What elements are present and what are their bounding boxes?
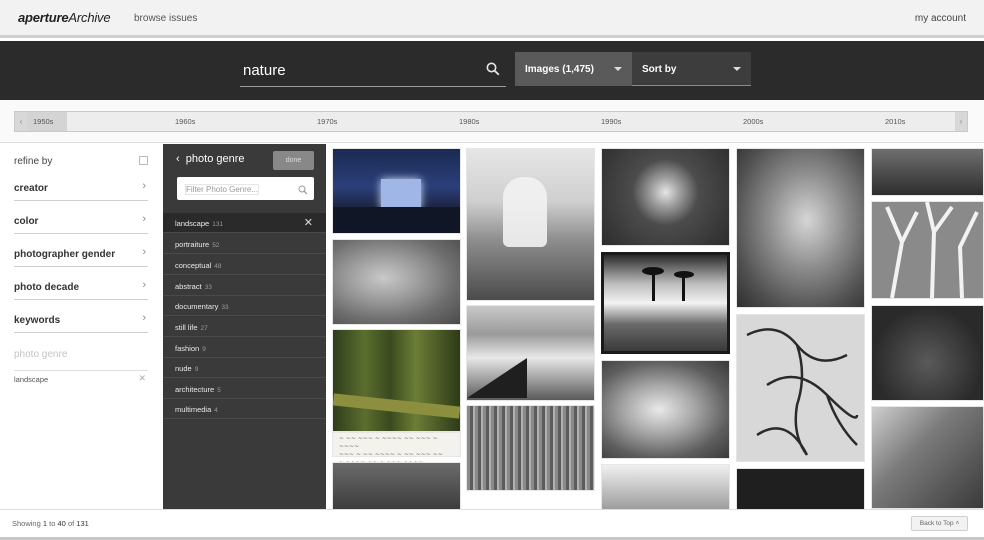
chevron-down-icon	[733, 67, 741, 71]
photo-genre-panel: ‹ photo genre done Filter Photo Genre...…	[163, 144, 326, 509]
timeline-section: ‹ 1950s 1960s 1970s 1980s 1990s 2000s 20…	[0, 100, 984, 143]
genre-item-landscape[interactable]: landscape 131 ✕	[163, 213, 326, 233]
genre-item-portraiture[interactable]: portraiture 52	[163, 234, 326, 254]
genre-item-multimedia[interactable]: multimedia 4	[163, 399, 326, 419]
facet-creator[interactable]: creator ›	[14, 179, 148, 201]
remove-filter-icon[interactable]: ✕	[138, 373, 146, 384]
photo-thumbnail[interactable]	[871, 305, 984, 401]
photo-thumbnail[interactable]	[871, 201, 984, 299]
photo-thumbnail[interactable]	[736, 148, 865, 308]
result-type-dropdown[interactable]: Images (1,475)	[515, 52, 632, 86]
search-query-text: nature	[243, 62, 286, 79]
search-input[interactable]: nature	[240, 53, 506, 87]
decade-label[interactable]: 2010s	[885, 117, 905, 126]
genre-item-still-life[interactable]: still life 27	[163, 317, 326, 337]
photo-thumbnail[interactable]	[736, 314, 865, 462]
done-button[interactable]: done	[273, 151, 314, 170]
decade-label[interactable]: 2000s	[743, 117, 763, 126]
app-window: apertureArchive browse issues my account…	[0, 0, 984, 540]
genre-filter-input[interactable]: Filter Photo Genre...	[177, 177, 314, 200]
chevron-right-icon: ›	[142, 312, 146, 324]
decade-label[interactable]: 1960s	[175, 117, 195, 126]
facet-keywords[interactable]: keywords ›	[14, 311, 148, 333]
photo-thumbnail[interactable]	[601, 464, 730, 509]
photo-thumbnail[interactable]	[332, 329, 461, 432]
photo-thumbnail[interactable]	[332, 239, 461, 325]
chevron-right-icon: ›	[142, 246, 146, 258]
chevron-right-icon: ›	[142, 180, 146, 192]
refine-sidebar: refine by creator › color › photographer g…	[0, 144, 163, 509]
photo-thumbnail[interactable]	[601, 148, 730, 246]
facet-photographer-gender[interactable]: photographer gender ›	[14, 245, 148, 267]
photo-thumbnail-note[interactable]: ~ ~~ ~~~ ~ ~~~~ ~~ ~~~ ~ ~~~~ ~~~ ~ ~~ ~~…	[332, 432, 461, 466]
search-icon[interactable]	[486, 62, 500, 81]
photo-thumbnail[interactable]	[601, 360, 730, 459]
genre-item-documentary[interactable]: documentary 33	[163, 296, 326, 316]
genre-item-conceptual[interactable]: conceptual 48	[163, 255, 326, 275]
decade-label[interactable]: 1980s	[459, 117, 479, 126]
decade-label[interactable]: 1950s	[33, 117, 53, 126]
decade-label[interactable]: 1970s	[317, 117, 337, 126]
refine-by-heading: refine by	[14, 156, 53, 167]
browse-issues-link[interactable]: browse issues	[134, 13, 197, 24]
chevron-down-icon	[614, 67, 622, 71]
top-nav: apertureArchive browse issues my account	[0, 0, 984, 38]
photo-thumbnail[interactable]	[871, 148, 984, 196]
facet-color[interactable]: color ›	[14, 212, 148, 234]
photo-thumbnail[interactable]	[871, 406, 984, 509]
search-bar: nature Images (1,475) Sort by	[0, 41, 984, 100]
timeline-left-arrow-icon[interactable]: ‹	[15, 112, 27, 131]
chevron-right-icon: ›	[142, 279, 146, 291]
photo-thumbnail[interactable]	[466, 405, 595, 491]
my-account-link[interactable]: my account	[915, 13, 966, 24]
collapse-icon[interactable]	[139, 156, 148, 165]
photo-thumbnail[interactable]	[466, 148, 595, 301]
genre-item-fashion[interactable]: fashion 9	[163, 338, 326, 358]
photo-thumbnail[interactable]	[332, 462, 461, 509]
photo-grid: ~ ~~ ~~~ ~ ~~~~ ~~ ~~~ ~ ~~~~ ~~~ ~ ~~ ~~…	[326, 144, 984, 509]
genre-item-architecture[interactable]: architecture 5	[163, 379, 326, 399]
active-filter-chip: landscape ✕	[14, 370, 148, 384]
decade-timeline-slider[interactable]: ‹ 1950s 1960s 1970s 1980s 1990s 2000s 20…	[14, 111, 968, 132]
results-count: Showing 1 to 40 of 131	[12, 519, 89, 528]
back-to-top-button[interactable]: Back to Top ˄	[911, 516, 968, 531]
genre-back-button[interactable]: ‹ photo genre	[176, 153, 245, 165]
photo-thumbnail[interactable]	[601, 252, 730, 354]
facet-photo-decade[interactable]: photo decade ›	[14, 278, 148, 300]
genre-item-nude[interactable]: nude 9	[163, 358, 326, 378]
close-icon[interactable]: ✕	[304, 216, 313, 229]
decade-label[interactable]: 1990s	[601, 117, 621, 126]
site-logo[interactable]: apertureArchive	[18, 10, 111, 25]
search-icon	[298, 182, 308, 200]
photo-thumbnail[interactable]	[332, 148, 461, 234]
genre-item-abstract[interactable]: abstract 33	[163, 276, 326, 296]
facet-photo-genre-active[interactable]: photo genre	[14, 349, 67, 360]
timeline-right-arrow-icon[interactable]: ›	[955, 112, 967, 131]
chevron-up-icon: ˄	[955, 520, 960, 527]
photo-thumbnail[interactable]	[736, 468, 865, 509]
sort-dropdown[interactable]: Sort by	[632, 52, 751, 86]
chevron-right-icon: ›	[142, 213, 146, 225]
photo-thumbnail[interactable]	[466, 305, 595, 401]
results-footer: Showing 1 to 40 of 131 Back to Top ˄	[0, 509, 984, 540]
